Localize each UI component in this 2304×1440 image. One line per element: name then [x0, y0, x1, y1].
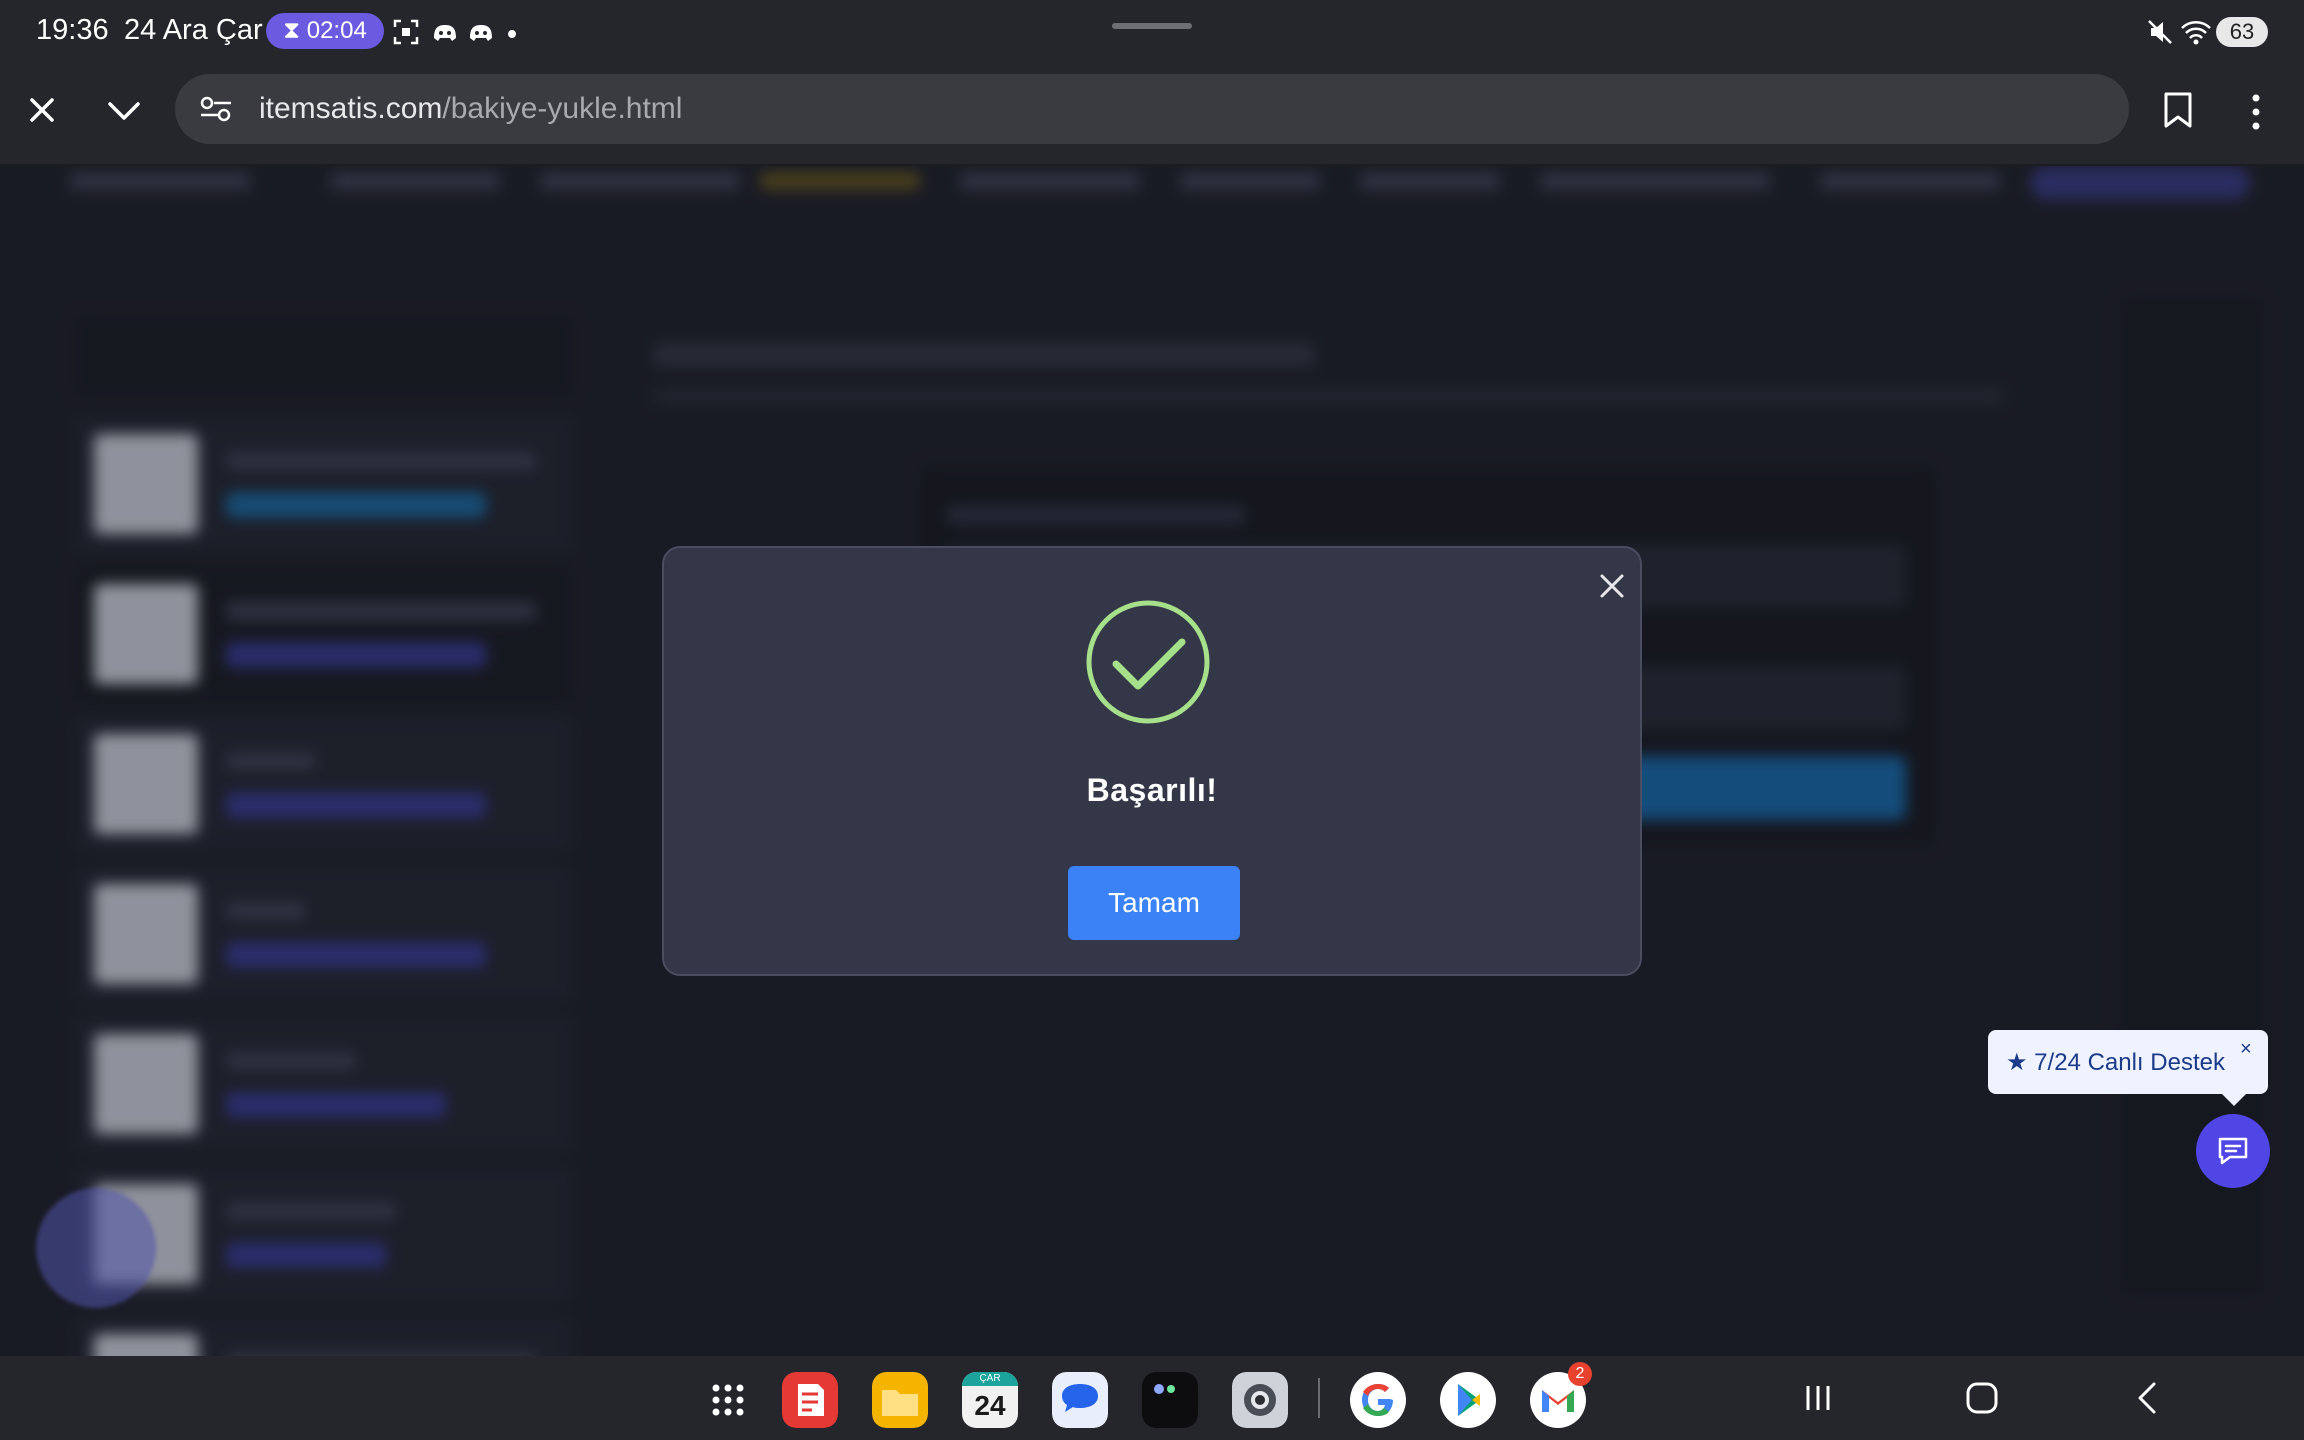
camera-app-icon[interactable]	[1142, 1372, 1198, 1428]
taskbar: ÇAR 24 2	[0, 1356, 2304, 1440]
tooltip-close-icon[interactable]: ×	[2240, 1038, 2252, 1061]
gmail-badge: 2	[1568, 1362, 1592, 1386]
status-bar: 19:36 24 Ara Çar ⧗ 02:04 63	[0, 0, 2304, 64]
floating-bubble[interactable]	[36, 1188, 156, 1308]
more-notifications-dot-icon	[508, 30, 516, 38]
chat-button[interactable]	[2196, 1114, 2270, 1188]
calendar-day-number: 24	[974, 1390, 1006, 1421]
bookmark-icon[interactable]	[2160, 90, 2196, 130]
more-menu-icon[interactable]	[2248, 92, 2264, 132]
close-tab-icon[interactable]	[22, 90, 62, 130]
live-support-label: ★ 7/24 Canlı Destek	[2006, 1049, 2225, 1076]
clock: 19:36	[36, 14, 109, 46]
check-circle-icon	[1086, 600, 1210, 724]
url-text[interactable]: itemsatis.com/bakiye-yukle.html	[259, 92, 682, 126]
chrome-app-icon[interactable]	[1232, 1372, 1288, 1428]
live-support-tooltip[interactable]: ★ 7/24 Canlı Destek ×	[1988, 1030, 2268, 1106]
messages-app-icon[interactable]	[1052, 1372, 1108, 1428]
chat-bubble-icon	[2218, 1137, 2248, 1165]
chevron-down-icon[interactable]	[104, 94, 144, 128]
battery-indicator: 63	[2216, 17, 2268, 47]
url-path: /bakiye-yukle.html	[442, 92, 683, 125]
timer-chip[interactable]: ⧗ 02:04	[266, 13, 384, 49]
success-dialog: Başarılı! Tamam	[662, 546, 1642, 976]
drag-handle[interactable]	[1112, 23, 1192, 29]
discord-icon	[434, 25, 456, 41]
date: 24 Ara Çar	[124, 14, 263, 46]
browser-toolbar: itemsatis.com/bakiye-yukle.html	[0, 64, 2304, 166]
dock-separator	[1318, 1378, 1320, 1418]
battery-level: 63	[2229, 19, 2255, 44]
url-host: itemsatis.com	[259, 92, 443, 125]
ok-button[interactable]: Tamam	[1068, 866, 1240, 940]
discord-icon-2	[470, 25, 492, 41]
site-settings-icon[interactable]	[199, 94, 233, 124]
timer-value: 02:04	[306, 17, 367, 44]
back-icon[interactable]	[2126, 1376, 2170, 1420]
recent-apps-icon[interactable]	[1796, 1376, 1840, 1420]
mute-icon	[2148, 20, 2172, 44]
address-bar[interactable]: itemsatis.com/bakiye-yukle.html	[175, 74, 2129, 144]
home-icon[interactable]	[1960, 1376, 2004, 1420]
files-app-icon[interactable]	[872, 1372, 928, 1428]
notes-app-icon[interactable]	[782, 1372, 838, 1428]
screenshot-icon	[393, 19, 419, 45]
apps-grid-icon[interactable]	[700, 1372, 756, 1428]
play-store-app-icon[interactable]	[1440, 1372, 1496, 1428]
close-icon[interactable]	[1592, 566, 1632, 606]
wifi-icon	[2181, 21, 2211, 45]
google-app-icon[interactable]	[1350, 1372, 1406, 1428]
dialog-title: Başarılı!	[1086, 772, 1218, 808]
calendar-day-label: ÇAR	[962, 1372, 1018, 1386]
calendar-app-icon[interactable]: ÇAR 24	[962, 1372, 1018, 1428]
